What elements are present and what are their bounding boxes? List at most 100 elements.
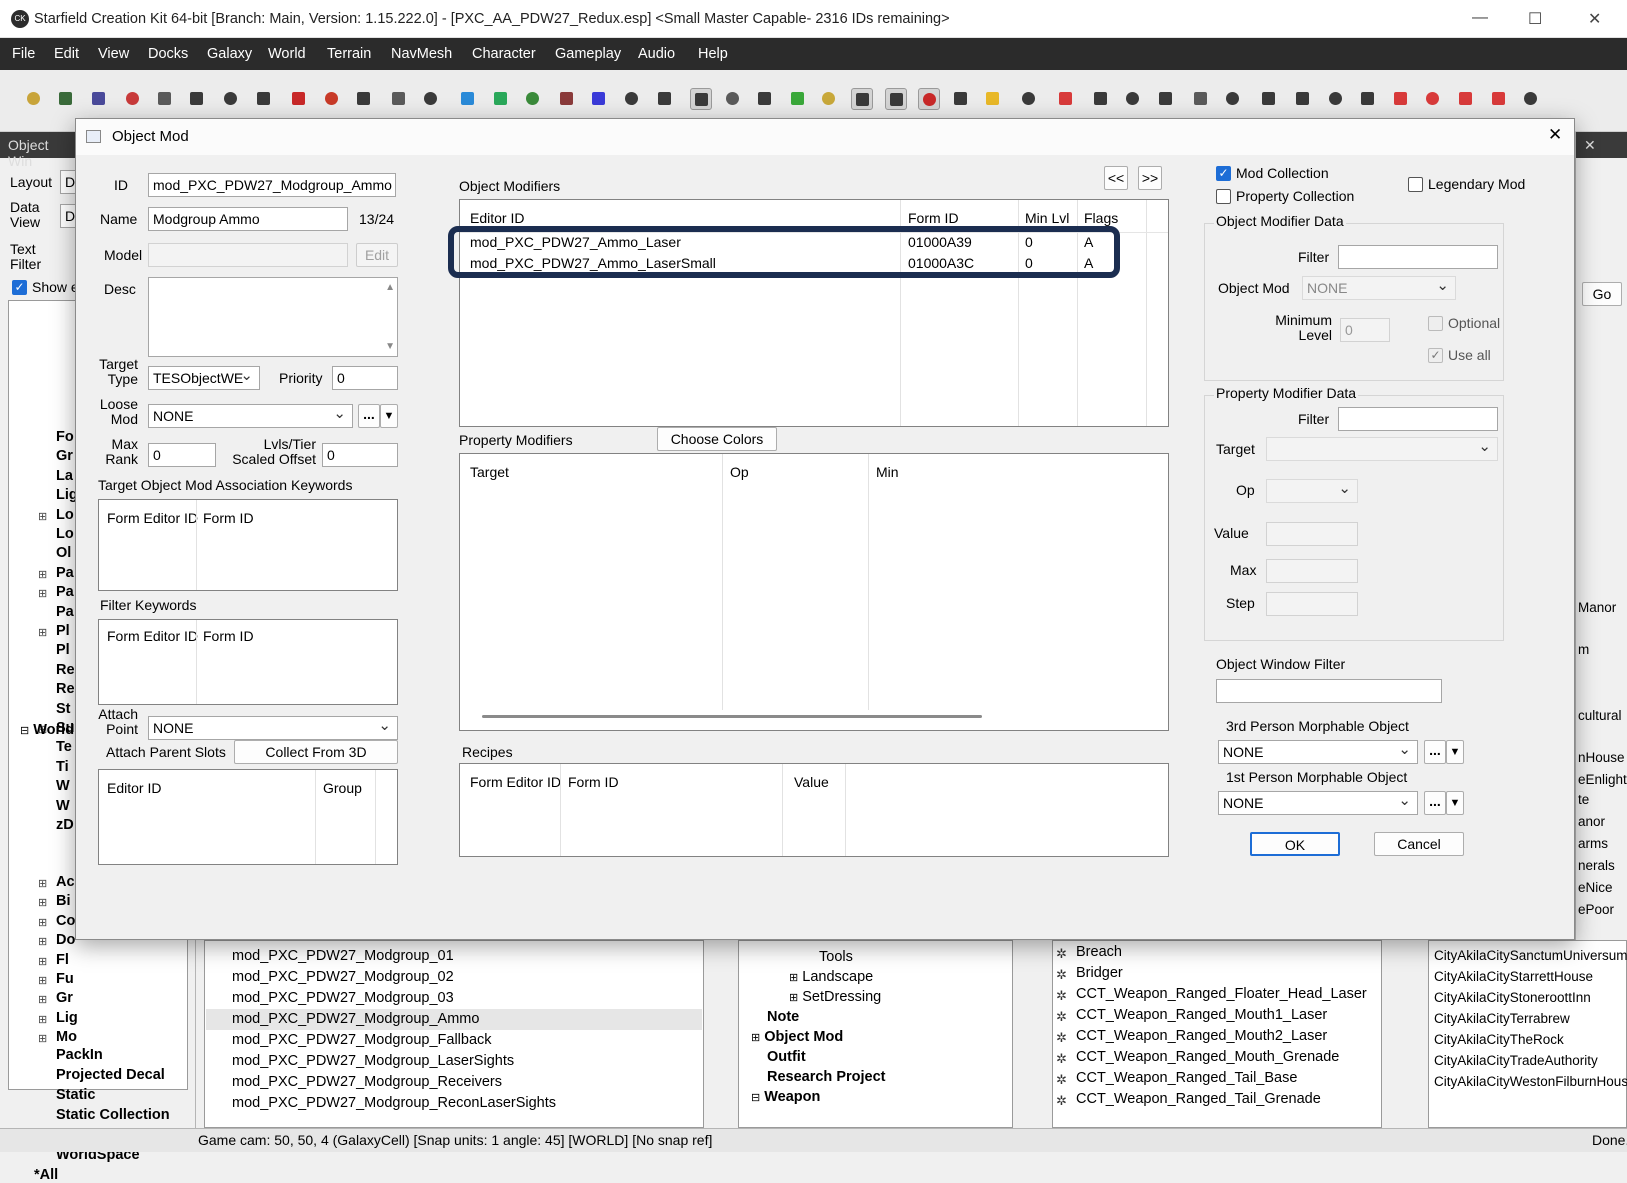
- tree-item[interactable]: Lo: [56, 526, 74, 542]
- toolbar-tool-icon[interactable]: [621, 88, 643, 110]
- toolbar-tool-icon[interactable]: [1292, 88, 1314, 110]
- list-item[interactable]: CityAkilaCityStarrettHouse: [1434, 969, 1593, 984]
- list-item[interactable]: CityAkilaCityTerrabrew: [1434, 1011, 1570, 1026]
- tree-item[interactable]: Mo: [56, 1029, 77, 1045]
- tree-world[interactable]: ⊟ World: [20, 722, 74, 738]
- tree-item[interactable]: Ac: [56, 874, 75, 890]
- list-item[interactable]: CCT_Weapon_Ranged_Tail_Grenade: [1076, 1091, 1321, 1107]
- toolbar-tool-icon[interactable]: [522, 88, 544, 110]
- tree-item[interactable]: Do: [56, 932, 75, 948]
- list-item[interactable]: Breach: [1076, 944, 1122, 960]
- list-item[interactable]: CityAkilaCityTradeAuthority: [1434, 1053, 1598, 1068]
- toolbar-tool-icon[interactable]: [1222, 88, 1244, 110]
- menu-view[interactable]: View: [98, 46, 129, 62]
- expand-icon[interactable]: ⊞: [38, 993, 47, 1006]
- dialog-close-icon[interactable]: ✕: [1548, 125, 1562, 145]
- expand-icon[interactable]: ⊞: [38, 587, 47, 600]
- om-col-form-id[interactable]: Form ID: [908, 210, 959, 226]
- om-col-editor-id[interactable]: Editor ID: [470, 210, 524, 226]
- list-item[interactable]: arms: [1578, 836, 1608, 851]
- tree-item[interactable]: Te: [56, 739, 72, 755]
- name-field[interactable]: Modgroup Ammo: [148, 207, 348, 231]
- tree-item[interactable]: W: [56, 798, 70, 814]
- list-item[interactable]: mod_PXC_PDW27_Modgroup_03: [206, 988, 702, 1009]
- toolbar-tool-icon[interactable]: [220, 88, 242, 110]
- op-select[interactable]: [1266, 479, 1358, 503]
- toolbar-tool-icon[interactable]: [55, 88, 77, 110]
- toolbar-tool-icon[interactable]: [1488, 88, 1510, 110]
- attach-point-select[interactable]: NONE: [148, 716, 398, 740]
- menu-world[interactable]: World: [268, 46, 306, 62]
- menu-navmesh[interactable]: NavMesh: [391, 46, 452, 62]
- attach-parent-grid[interactable]: Editor ID Group: [98, 769, 398, 865]
- toolbar-tool-icon[interactable]: [588, 88, 610, 110]
- toolbar-tool-icon[interactable]: [122, 88, 144, 110]
- tree-item[interactable]: Ol: [56, 545, 71, 561]
- toolbar-tool-icon[interactable]: [654, 88, 676, 110]
- fk-col-form-id[interactable]: Form ID: [203, 628, 254, 644]
- list-item[interactable]: cultural: [1578, 708, 1622, 723]
- show-checkbox[interactable]: ✓: [12, 280, 27, 295]
- tree-item[interactable]: Static: [56, 1087, 96, 1103]
- list-item[interactable]: CityAkilaCitySanctumUniversum: [1434, 948, 1627, 963]
- category-tree-panel[interactable]: Tools ⊞ Landscape ⊞ SetDressing Note ⊞ O…: [738, 940, 1013, 1128]
- list-item[interactable]: CityAkilaCityWestonFilburnHouse: [1434, 1074, 1627, 1089]
- tree-item[interactable]: Gr: [56, 990, 73, 1006]
- value-field[interactable]: [1266, 522, 1358, 546]
- toolbar-tool-icon[interactable]: [1357, 88, 1379, 110]
- toolbar-tool-icon[interactable]: [490, 88, 512, 110]
- loose-mod-select[interactable]: NONE: [148, 404, 353, 428]
- target-keywords-grid[interactable]: Form Editor ID Form ID: [98, 499, 398, 591]
- priority-field[interactable]: 0: [332, 366, 398, 390]
- max-rank-field[interactable]: 0: [148, 443, 216, 467]
- list-item[interactable]: mod_PXC_PDW27_Modgroup_Receivers: [206, 1072, 702, 1093]
- toolbar-tool-icon[interactable]: [1520, 88, 1542, 110]
- list-item[interactable]: CCT_Weapon_Ranged_Floater_Head_Laser: [1076, 986, 1367, 1002]
- tree-outfit[interactable]: Outfit: [767, 1049, 806, 1065]
- toolbar-tool-icon[interactable]: [885, 88, 907, 110]
- toolbar-tool-icon[interactable]: [1422, 88, 1444, 110]
- expand-icon[interactable]: ⊞: [38, 1032, 47, 1045]
- third-person-select[interactable]: NONE: [1218, 740, 1418, 764]
- ok-button[interactable]: OK: [1250, 832, 1340, 856]
- toolbar-tool-icon[interactable]: [1390, 88, 1412, 110]
- tree-item[interactable]: Bi: [56, 893, 71, 909]
- tree-weapon[interactable]: ⊟ Weapon: [751, 1089, 820, 1105]
- tree-item[interactable]: W: [56, 778, 70, 794]
- toolbar-tool-icon[interactable]: [556, 88, 578, 110]
- expand-icon[interactable]: ⊞: [38, 955, 47, 968]
- tree-item[interactable]: Fl: [56, 952, 69, 968]
- list-item[interactable]: CCT_Weapon_Ranged_Mouth1_Laser: [1076, 1007, 1327, 1023]
- toolbar-tool-icon[interactable]: [1018, 88, 1040, 110]
- third-person-dropdown-icon[interactable]: ▼: [1446, 740, 1464, 764]
- list-item[interactable]: CityAkilaCityStoneroottInn: [1434, 990, 1591, 1005]
- pm-col-op[interactable]: Op: [730, 464, 749, 480]
- list-item[interactable]: CCT_Weapon_Ranged_Mouth_Grenade: [1076, 1049, 1339, 1065]
- list-item[interactable]: eNice: [1578, 880, 1613, 895]
- tree-item[interactable]: Re: [56, 662, 75, 678]
- list-item[interactable]: mod_PXC_PDW27_Modgroup_LaserSights: [206, 1051, 702, 1072]
- tree-item[interactable]: PackIn: [56, 1047, 103, 1063]
- model-edit-button[interactable]: Edit: [356, 243, 398, 267]
- toolbar-tool-icon[interactable]: [851, 88, 873, 110]
- expand-icon[interactable]: ⊞: [38, 877, 47, 890]
- menu-audio[interactable]: Audio: [638, 46, 675, 62]
- menu-help[interactable]: Help: [698, 46, 728, 62]
- toolbar-tool-icon[interactable]: [186, 88, 208, 110]
- first-person-dropdown-icon[interactable]: ▼: [1446, 791, 1464, 815]
- list-item[interactable]: mod_PXC_PDW27_Modgroup_ReconLaserSights: [206, 1093, 702, 1114]
- toolbar-tool-icon[interactable]: [1055, 88, 1077, 110]
- legendary-mod-checkbox[interactable]: [1408, 177, 1423, 192]
- maximize-icon[interactable]: ☐: [1528, 9, 1542, 29]
- list-item[interactable]: CCT_Weapon_Ranged_Tail_Base: [1076, 1070, 1297, 1086]
- tree-setdressing[interactable]: ⊞ SetDressing: [789, 989, 881, 1005]
- toolbar-tool-icon[interactable]: [457, 88, 479, 110]
- collect-from-3d-button[interactable]: Collect From 3D: [234, 740, 398, 764]
- tree-item[interactable]: Co: [56, 913, 75, 929]
- min-level-field[interactable]: 0: [1340, 318, 1390, 342]
- toolbar-tool-icon[interactable]: [88, 88, 110, 110]
- fk-col-form-editor-id[interactable]: Form Editor ID: [107, 628, 198, 644]
- tree-research-project[interactable]: Research Project: [767, 1069, 885, 1085]
- tree-item[interactable]: Lig: [56, 1010, 78, 1026]
- tree-item[interactable]: St: [56, 701, 71, 717]
